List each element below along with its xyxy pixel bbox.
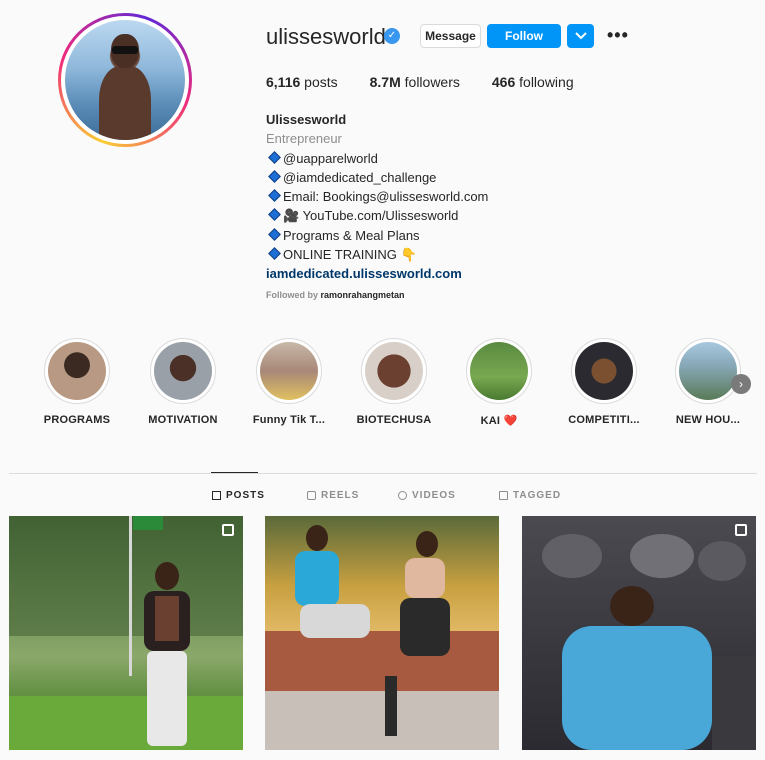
highlight-label: KAI ❤️ <box>480 415 518 427</box>
post-image <box>265 525 499 750</box>
active-tab-indicator <box>211 472 258 473</box>
bio-line[interactable]: @iamdedicated_challenge <box>266 168 488 187</box>
highlight-ring <box>675 338 741 404</box>
diamond-icon <box>268 189 281 203</box>
tab-label: REELS <box>321 490 360 501</box>
bio-category: Entrepreneur <box>266 131 342 147</box>
tab-reels[interactable]: REELS <box>307 490 359 501</box>
following-stat[interactable]: 466 following <box>492 74 574 90</box>
tab-label: VIDEOS <box>412 490 456 501</box>
bio-line: Programs & Meal Plans <box>266 226 488 245</box>
highlight-cover <box>48 342 106 400</box>
bio-line: 🎥 YouTube.com/Ulissesworld <box>266 206 488 225</box>
following-label: following <box>519 74 574 90</box>
highlight-label: PROGRAMS <box>43 414 111 426</box>
bio-line[interactable]: @uapparelworld <box>266 149 488 168</box>
post-thumbnail[interactable] <box>9 516 243 750</box>
bio-line-text: @iamdedicated_challenge <box>283 169 437 185</box>
posts-label: posts <box>304 74 338 90</box>
diamond-icon <box>268 150 281 164</box>
profile-stats: 6,116 posts 8.7M followers 466 following <box>266 74 606 90</box>
highlight-item[interactable]: Funny Tik T... <box>249 338 329 426</box>
followed-by[interactable]: Followed by ramonrahangmetan <box>266 290 405 300</box>
bio-name: Ulissesworld <box>266 112 347 127</box>
highlight-label: COMPETITI... <box>568 414 640 426</box>
highlight-ring <box>466 338 532 404</box>
tab-label: TAGGED <box>513 490 562 501</box>
bio-website-link[interactable]: iamdedicated.ulissesworld.com <box>266 264 488 283</box>
highlight-ring <box>361 338 427 404</box>
bio-line: ONLINE TRAINING 👇 <box>266 245 488 264</box>
highlight-item[interactable]: PROGRAMS <box>37 338 117 426</box>
tabs-divider <box>9 473 757 474</box>
followers-label: followers <box>404 74 460 90</box>
diamond-icon <box>268 208 281 222</box>
bio-line: Email: Bookings@ulissesworld.com <box>266 187 488 206</box>
highlight-item[interactable]: KAI ❤️ <box>459 338 539 427</box>
bio-line-text: Programs & Meal Plans <box>283 227 420 243</box>
chevron-down-icon <box>574 32 587 40</box>
following-count: 466 <box>491 74 516 90</box>
avatar-image <box>65 20 185 140</box>
tag-user-icon <box>499 491 508 500</box>
highlight-label: BIOTECHUSA <box>356 414 432 426</box>
followed-by-user: ramonrahangmetan <box>320 290 405 300</box>
more-options-icon[interactable]: ••• <box>607 25 629 46</box>
followers-count: 8.7M <box>369 74 401 90</box>
followers-stat[interactable]: 8.7M followers <box>370 74 460 90</box>
verified-badge-icon: ✓ <box>384 28 400 44</box>
highlight-ring <box>256 338 322 404</box>
avatar-frame <box>61 16 189 144</box>
bio-line-text: 🎥 YouTube.com/Ulissesworld <box>283 208 459 224</box>
story-highlights: PROGRAMS MOTIVATION Funny Tik T... BIOTE… <box>40 338 760 438</box>
tab-label: POSTS <box>226 490 265 501</box>
avatar-figure-body <box>98 65 152 140</box>
highlight-ring <box>571 338 637 404</box>
profile-avatar[interactable] <box>58 13 192 147</box>
follow-button[interactable]: Follow <box>487 24 561 48</box>
bio-line-text: Email: Bookings@ulissesworld.com <box>283 189 489 205</box>
posts-count: 6,116 <box>266 74 301 90</box>
highlight-cover <box>679 342 737 400</box>
highlight-cover <box>154 342 212 400</box>
highlight-ring <box>150 338 216 404</box>
highlight-cover <box>365 342 423 400</box>
message-button[interactable]: Message <box>420 24 481 48</box>
video-play-icon <box>398 491 407 500</box>
tab-tagged[interactable]: TAGGED <box>499 490 561 501</box>
highlight-cover <box>575 342 633 400</box>
post-thumbnail[interactable] <box>522 516 756 750</box>
tab-posts[interactable]: POSTS <box>212 490 265 501</box>
multi-image-icon <box>222 524 234 536</box>
posts-stat: 6,116 posts <box>266 74 338 90</box>
highlight-item[interactable]: COMPETITI... <box>564 338 644 426</box>
diamond-icon <box>268 170 281 183</box>
diamond-icon <box>268 247 281 260</box>
highlight-label: MOTIVATION <box>148 414 218 426</box>
tab-videos[interactable]: VIDEOS <box>398 490 456 501</box>
diamond-icon <box>268 227 281 241</box>
profile-username: ulissesworld <box>266 24 386 49</box>
bio-line-text: ONLINE TRAINING 👇 <box>283 247 417 263</box>
highlights-next-button[interactable]: › <box>731 374 751 394</box>
highlight-item[interactable]: BIOTECHUSA <box>354 338 434 426</box>
highlight-cover <box>470 342 528 400</box>
avatar-sunglasses <box>111 46 139 54</box>
post-image <box>9 516 243 750</box>
profile-bio: Ulissesworld Entrepreneur @uapparelworld… <box>266 110 488 284</box>
followed-by-prefix: Followed by <box>266 290 319 300</box>
reels-icon <box>307 491 316 500</box>
highlight-label: Funny Tik T... <box>252 414 326 426</box>
highlight-item[interactable]: MOTIVATION <box>143 338 223 426</box>
highlight-label: NEW HOU... <box>675 414 741 426</box>
post-image <box>542 534 756 750</box>
suggested-dropdown-button[interactable] <box>567 24 594 48</box>
grid-icon <box>212 491 221 500</box>
highlight-ring <box>44 338 110 404</box>
multi-image-icon <box>735 524 747 536</box>
post-thumbnail[interactable] <box>265 516 499 750</box>
bio-line-text: @uapparelworld <box>283 150 378 166</box>
highlight-cover <box>260 342 318 400</box>
